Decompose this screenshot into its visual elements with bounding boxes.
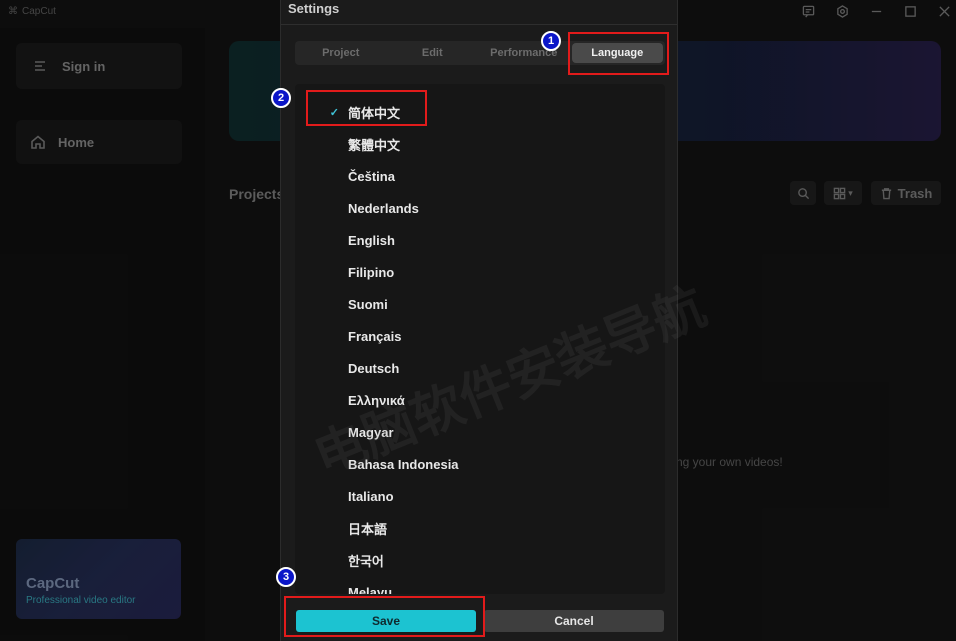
language-tab-highlight <box>568 32 669 75</box>
language-option[interactable]: Nederlands <box>295 192 665 224</box>
step-marker-3: 3 <box>276 567 296 587</box>
language-option[interactable]: Suomi <box>295 288 665 320</box>
tab-edit[interactable]: Edit <box>387 41 479 65</box>
language-option[interactable]: Čeština <box>295 160 665 192</box>
language-option[interactable]: 日本語 <box>295 512 665 544</box>
tab-project[interactable]: Project <box>295 41 387 65</box>
language-option[interactable]: 繁體中文 <box>295 128 665 160</box>
language-option[interactable]: Italiano <box>295 480 665 512</box>
chinese-option-highlight <box>306 90 427 126</box>
step-marker-2: 2 <box>271 88 291 108</box>
save-button-highlight <box>284 596 485 637</box>
step-marker-1: 1 <box>541 31 561 51</box>
language-option[interactable]: Ελληνικά <box>295 384 665 416</box>
language-option[interactable]: English <box>295 224 665 256</box>
language-option[interactable]: Magyar <box>295 416 665 448</box>
divider <box>281 24 677 25</box>
language-option[interactable]: Français <box>295 320 665 352</box>
language-option[interactable]: Deutsch <box>295 352 665 384</box>
language-list: ✓ 简体中文 繁體中文 Čeština Nederlands English Fi… <box>295 84 665 594</box>
capcut-window: ⌘ CapCut Sign in Home CapCut Professiona… <box>0 0 956 641</box>
cancel-button[interactable]: Cancel <box>484 610 664 632</box>
language-option[interactable]: Melayu <box>295 576 665 595</box>
language-option[interactable]: Bahasa Indonesia <box>295 448 665 480</box>
language-option[interactable]: 한국어 <box>295 544 665 576</box>
dialog-title: Settings <box>288 1 340 16</box>
language-option[interactable]: Filipino <box>295 256 665 288</box>
